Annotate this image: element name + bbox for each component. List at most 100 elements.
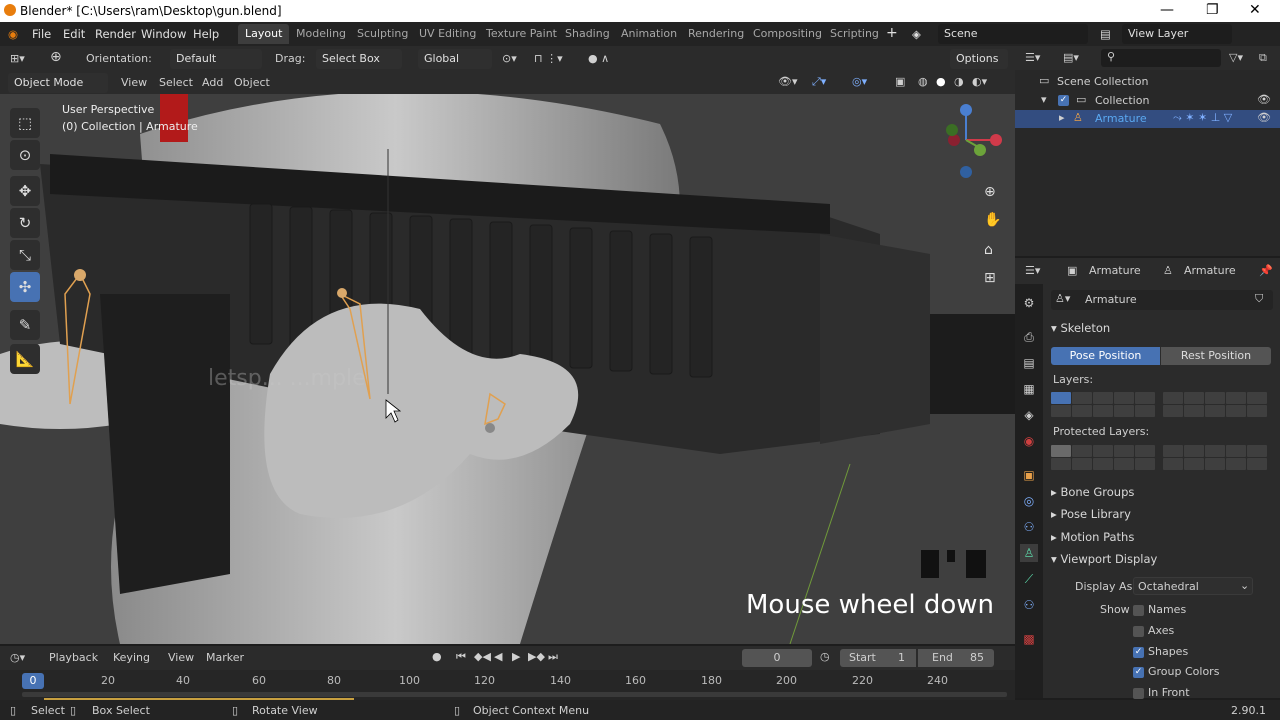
texture-tab-icon[interactable]: ▩ bbox=[1020, 630, 1038, 648]
outliner-search-input[interactable]: ⚲ bbox=[1101, 49, 1221, 67]
vp-menu-add[interactable]: Add bbox=[202, 76, 223, 89]
jump-start-icon[interactable]: ⏮ bbox=[456, 650, 466, 664]
tab-rendering[interactable]: Rendering bbox=[681, 24, 751, 44]
view-layer-tab-icon[interactable]: ▦ bbox=[1020, 380, 1038, 398]
show-group-colors-checkbox[interactable]: ✓ Group Colors bbox=[1133, 665, 1219, 678]
tab-modeling[interactable]: Modeling bbox=[289, 24, 353, 44]
shading-rendered-icon[interactable]: ◐▾ bbox=[972, 75, 987, 88]
transform-tool-icon[interactable]: ⊕ bbox=[50, 49, 62, 65]
vp-menu-view[interactable]: View bbox=[121, 76, 147, 89]
expand-arrow-icon[interactable]: ▾ bbox=[1041, 93, 1047, 106]
shading-wireframe-icon[interactable]: ◍ bbox=[918, 75, 928, 88]
protected-layers-grid-b[interactable] bbox=[1163, 445, 1267, 470]
drag-dropdown[interactable]: Select Box bbox=[316, 49, 402, 69]
tab-uv-editing[interactable]: UV Editing bbox=[412, 24, 483, 44]
show-axes-checkbox[interactable]: Axes bbox=[1133, 624, 1174, 637]
pin-icon[interactable]: 📌 bbox=[1259, 264, 1273, 277]
viewport-display-panel[interactable]: ▾ Viewport Display bbox=[1051, 552, 1157, 566]
shading-material-icon[interactable]: ◑ bbox=[954, 75, 964, 88]
object-tab-icon[interactable]: ▣ bbox=[1020, 466, 1038, 484]
properties-editor-icon[interactable]: ☰▾ bbox=[1025, 264, 1040, 277]
shading-solid-icon[interactable]: ● bbox=[936, 75, 946, 88]
grid-icon[interactable]: ⊞ bbox=[984, 270, 996, 286]
orientation-dropdown[interactable]: Default bbox=[170, 49, 262, 69]
pose-library-panel[interactable]: ▸ Pose Library bbox=[1051, 507, 1131, 521]
tree-row-collection[interactable]: ▾ ✓ ▭ Collection 👁 bbox=[1015, 92, 1280, 110]
zoom-icon[interactable]: ⊕ bbox=[984, 184, 996, 200]
camera-icon[interactable]: ⌂ bbox=[984, 242, 993, 258]
vp-menu-object[interactable]: Object bbox=[234, 76, 270, 89]
scene-field[interactable]: Scene bbox=[938, 24, 1088, 44]
timeline-menu-playback[interactable]: Playback bbox=[49, 651, 98, 664]
layers-grid-a[interactable] bbox=[1051, 392, 1155, 417]
scale-tool-icon[interactable]: ⤡ bbox=[10, 240, 40, 270]
physics-tab-icon[interactable]: ◎ bbox=[1020, 492, 1038, 510]
play-icon[interactable]: ▶ bbox=[512, 650, 520, 663]
view-layer-field[interactable]: View Layer bbox=[1122, 24, 1232, 44]
options-dropdown[interactable]: Options bbox=[950, 49, 1008, 69]
filter-icon[interactable]: ▽▾ bbox=[1229, 51, 1243, 64]
timeline-scrollbar[interactable] bbox=[22, 692, 1007, 697]
render-tab-icon[interactable]: ⎙ bbox=[1020, 328, 1038, 346]
rest-position-button[interactable]: Rest Position bbox=[1161, 347, 1271, 365]
bone-tab-icon[interactable]: ⟋ bbox=[1020, 570, 1038, 588]
tab-animation[interactable]: Animation bbox=[614, 24, 684, 44]
jump-end-icon[interactable]: ⏭ bbox=[548, 650, 558, 664]
restore-icon[interactable]: ❐ bbox=[1206, 2, 1219, 18]
annotate-tool-icon[interactable]: ✎ bbox=[10, 310, 40, 340]
playhead[interactable]: 0 bbox=[22, 673, 44, 689]
gizmo-icon[interactable]: ⤢▾ bbox=[812, 75, 826, 89]
overlay-icon[interactable]: ◎▾ bbox=[852, 75, 867, 88]
scene-tab-icon[interactable]: ◈ bbox=[1020, 406, 1038, 424]
world-tab-icon[interactable]: ◉ bbox=[1020, 432, 1038, 450]
blender-menu-icon[interactable]: ◉ bbox=[8, 27, 18, 41]
3d-viewport[interactable]: User Perspective (0) Collection | Armatu… bbox=[0, 94, 1015, 644]
collection-checkbox[interactable]: ✓ bbox=[1058, 95, 1069, 106]
timeline-menu-view[interactable]: View bbox=[168, 651, 194, 664]
output-tab-icon[interactable]: ▤ bbox=[1020, 354, 1038, 372]
tree-row-scene-collection[interactable]: ▭ Scene Collection bbox=[1015, 73, 1280, 91]
pose-position-button[interactable]: Pose Position bbox=[1051, 347, 1160, 365]
pan-hand-icon[interactable]: ✋ bbox=[984, 212, 1001, 228]
display-as-dropdown[interactable]: Octahedral ⌄ bbox=[1133, 577, 1253, 595]
bone-constraints-tab-icon[interactable]: ⚇ bbox=[1020, 596, 1038, 614]
select-box-tool-icon[interactable]: ⬚ bbox=[10, 108, 40, 138]
mode-dropdown[interactable]: Object Mode bbox=[8, 73, 108, 93]
end-frame-field[interactable]: End 85 bbox=[918, 649, 994, 667]
tool-tab-icon[interactable]: ⚙ bbox=[1020, 294, 1038, 312]
timeline-ruler[interactable]: 0 20 40 60 80 100 120 140 160 180 200 22… bbox=[0, 670, 1015, 700]
timeline-menu-marker[interactable]: Marker bbox=[206, 651, 244, 664]
visibility-icon[interactable]: 👁▾ bbox=[778, 75, 798, 88]
record-icon[interactable]: ● bbox=[432, 650, 442, 663]
motion-paths-panel[interactable]: ▸ Motion Paths bbox=[1051, 530, 1134, 544]
timeline-editor-icon[interactable]: ◷▾ bbox=[10, 651, 25, 664]
outliner-editor-icon[interactable]: ☰▾ bbox=[1025, 51, 1040, 64]
fake-user-icon[interactable]: ⛉ bbox=[1255, 292, 1263, 306]
visibility-eye-icon[interactable]: 👁 bbox=[1257, 111, 1271, 124]
rotate-tool-icon[interactable]: ↻ bbox=[10, 208, 40, 238]
close-icon[interactable]: ✕ bbox=[1249, 2, 1261, 18]
tab-compositing[interactable]: Compositing bbox=[746, 24, 829, 44]
menu-render[interactable]: Render bbox=[95, 27, 136, 41]
show-in-front-checkbox[interactable]: In Front bbox=[1133, 686, 1190, 699]
skeleton-panel-header[interactable]: ▾ Skeleton bbox=[1051, 321, 1110, 335]
bone-groups-panel[interactable]: ▸ Bone Groups bbox=[1051, 485, 1134, 499]
transform-tool-icon[interactable]: ✣ bbox=[10, 272, 40, 302]
constraints-tab-icon[interactable]: ⚇ bbox=[1020, 518, 1038, 536]
next-keyframe-icon[interactable]: ▶◆ bbox=[528, 650, 545, 663]
expand-arrow-icon[interactable]: ▸ bbox=[1059, 111, 1065, 124]
menu-edit[interactable]: Edit bbox=[63, 27, 85, 41]
vp-menu-select[interactable]: Select bbox=[159, 76, 193, 89]
tree-row-armature[interactable]: ▸ ♙ Armature ⤳ ✶ ✶ ⊥ ▽ 👁 bbox=[1015, 110, 1280, 128]
tab-scripting[interactable]: Scripting bbox=[823, 24, 886, 44]
cursor-tool-icon[interactable]: ⊙ bbox=[10, 140, 40, 170]
tab-shading[interactable]: Shading bbox=[558, 24, 617, 44]
snap-icon[interactable]: ⊓ ⋮▾ bbox=[534, 52, 563, 65]
move-tool-icon[interactable]: ✥ bbox=[10, 176, 40, 206]
new-collection-icon[interactable]: ⧉ bbox=[1259, 51, 1267, 65]
editor-type-icon[interactable]: ⊞▾ bbox=[10, 52, 25, 65]
navigation-gizmo[interactable] bbox=[930, 100, 1010, 190]
play-reverse-icon[interactable]: ◀ bbox=[494, 650, 502, 663]
show-names-checkbox[interactable]: Names bbox=[1133, 603, 1186, 616]
menu-help[interactable]: Help bbox=[193, 27, 219, 41]
